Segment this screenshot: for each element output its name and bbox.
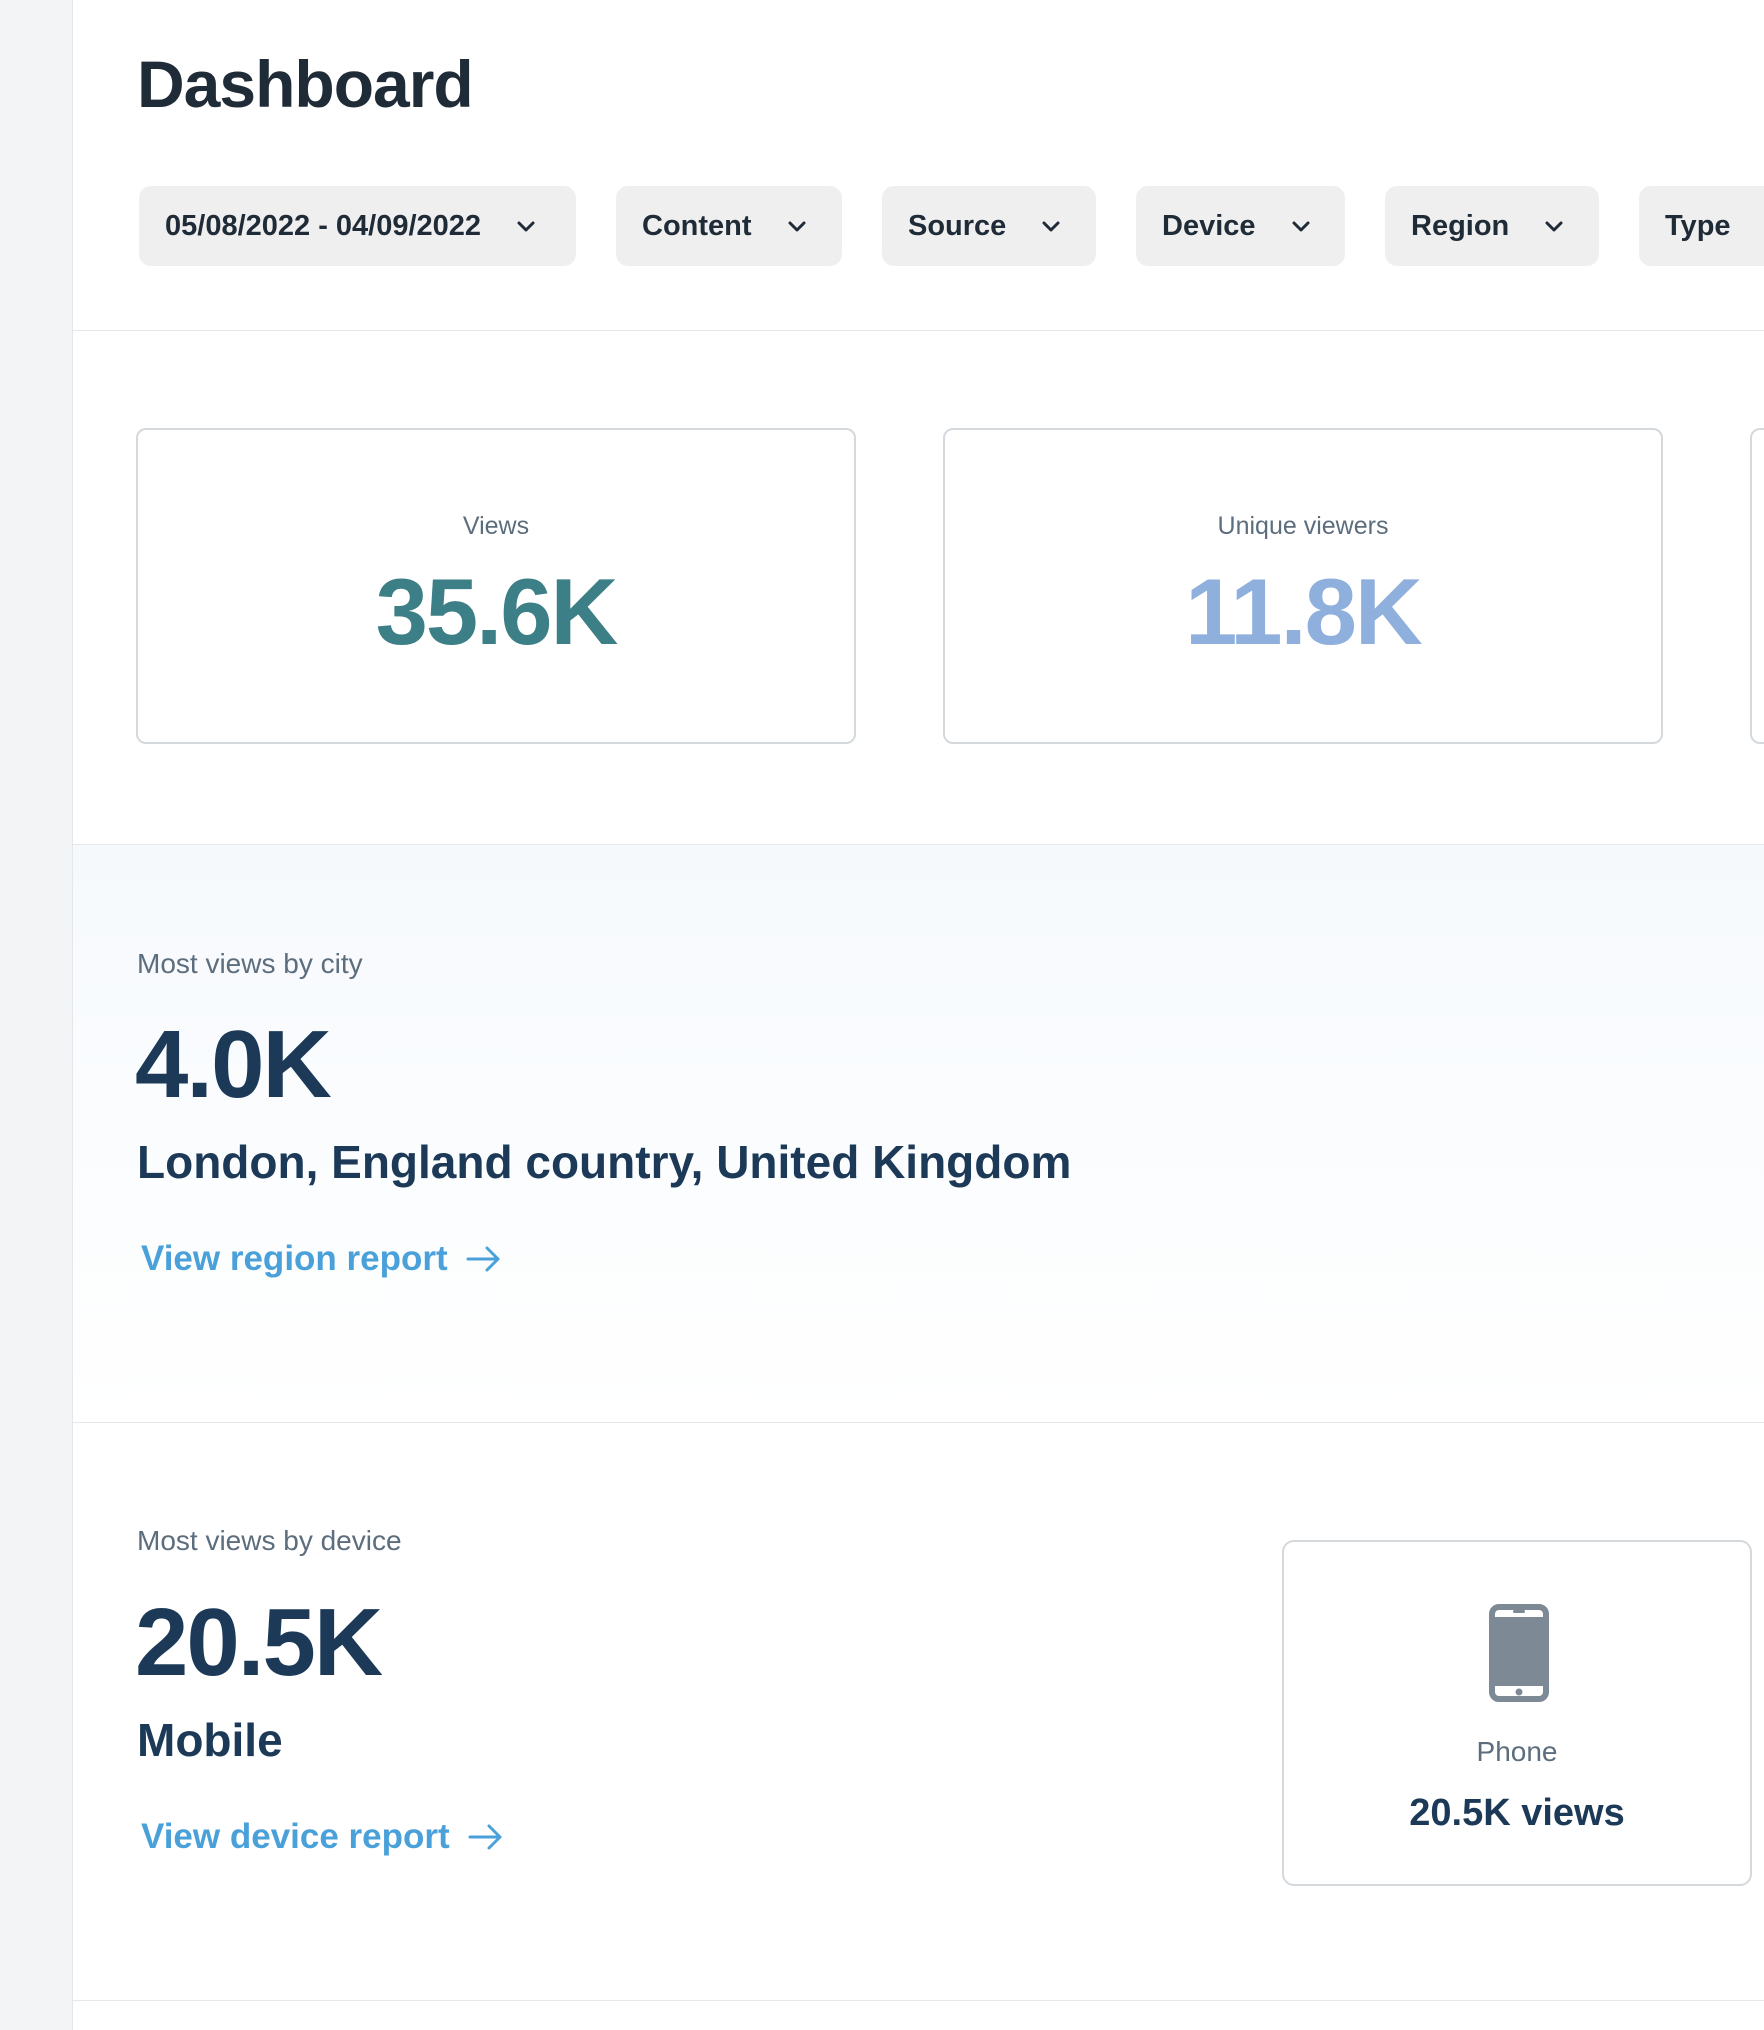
city-section-label: Most views by city: [137, 948, 363, 979]
city-views-value: 4.0K: [135, 1011, 332, 1118]
view-device-report-link[interactable]: View device report: [141, 1817, 504, 1857]
device-views-value: 20.5K: [135, 1589, 383, 1696]
content-filter-label: Content: [642, 209, 752, 242]
view-device-report-label: View device report: [141, 1817, 450, 1856]
type-filter[interactable]: Type: [1639, 186, 1764, 266]
chevron-down-icon: [1292, 221, 1310, 232]
chevron-down-icon: [517, 221, 535, 232]
unique-viewers-stat-card: Unique viewers 11.8K: [943, 428, 1663, 744]
arrow-right-icon: [468, 1824, 502, 1850]
phone-icon: [1489, 1604, 1549, 1702]
source-filter-label: Source: [908, 209, 1007, 242]
views-stat-value: 35.6K: [375, 559, 619, 664]
phone-card-value: 20.5K views: [1409, 1792, 1625, 1834]
region-filter-label: Region: [1411, 209, 1510, 242]
unique-viewers-stat-value: 11.8K: [1185, 559, 1423, 664]
device-filter[interactable]: Device: [1136, 186, 1345, 266]
city-location: London, England country, United Kingdom: [137, 1136, 1072, 1188]
most-views-by-device-section: Most views by device 20.5K Mobile View d…: [73, 1423, 1764, 2001]
views-stat-label: Views: [462, 512, 530, 540]
views-stat-card: Views 35.6K: [136, 428, 856, 744]
stats-row: Views 35.6K Unique viewers 11.8K: [73, 331, 1764, 845]
device-section-label: Most views by device: [137, 1525, 402, 1556]
content-filter[interactable]: Content: [616, 186, 842, 266]
left-sidebar-rail: [0, 0, 73, 2030]
date-range-filter[interactable]: 05/08/2022 - 04/09/2022: [139, 186, 576, 266]
arrow-right-icon: [466, 1246, 500, 1272]
view-region-report-link[interactable]: View region report: [141, 1239, 502, 1279]
dashboard-header: Dashboard 05/08/2022 - 04/09/2022 Conten…: [73, 0, 1764, 331]
stat-card-partial: [1750, 428, 1764, 744]
type-filter-label: Type: [1665, 209, 1731, 242]
date-range-filter-label: 05/08/2022 - 04/09/2022: [165, 209, 482, 242]
region-filter[interactable]: Region: [1385, 186, 1599, 266]
unique-viewers-stat-label: Unique viewers: [1217, 512, 1389, 540]
phone-card-label: Phone: [1476, 1736, 1558, 1767]
chevron-down-icon: [1545, 221, 1563, 232]
phone-device-card: Phone 20.5K views: [1282, 1540, 1752, 1886]
view-region-report-label: View region report: [141, 1239, 448, 1278]
chevron-down-icon: [1042, 221, 1060, 232]
page-title: Dashboard: [137, 47, 474, 121]
most-views-by-city-section: Most views by city 4.0K London, England …: [73, 845, 1764, 1423]
main-content: Dashboard 05/08/2022 - 04/09/2022 Conten…: [73, 0, 1764, 2030]
source-filter[interactable]: Source: [882, 186, 1096, 266]
device-filter-label: Device: [1162, 209, 1256, 242]
chevron-down-icon: [788, 221, 806, 232]
device-name: Mobile: [137, 1714, 283, 1766]
filter-bar: 05/08/2022 - 04/09/2022 Content Source D…: [139, 186, 1764, 266]
